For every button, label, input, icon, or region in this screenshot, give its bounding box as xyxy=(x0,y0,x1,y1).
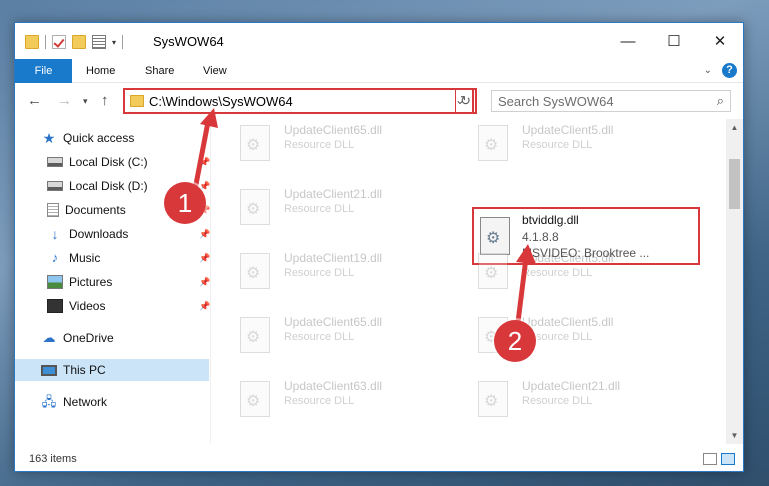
callout-badge-2: 2 xyxy=(494,320,536,362)
callout-1-arrowhead xyxy=(200,108,218,128)
callout-2-arrowhead xyxy=(516,244,536,264)
callout-badge-1: 1 xyxy=(164,182,206,224)
annotation-arrows xyxy=(190,108,536,339)
